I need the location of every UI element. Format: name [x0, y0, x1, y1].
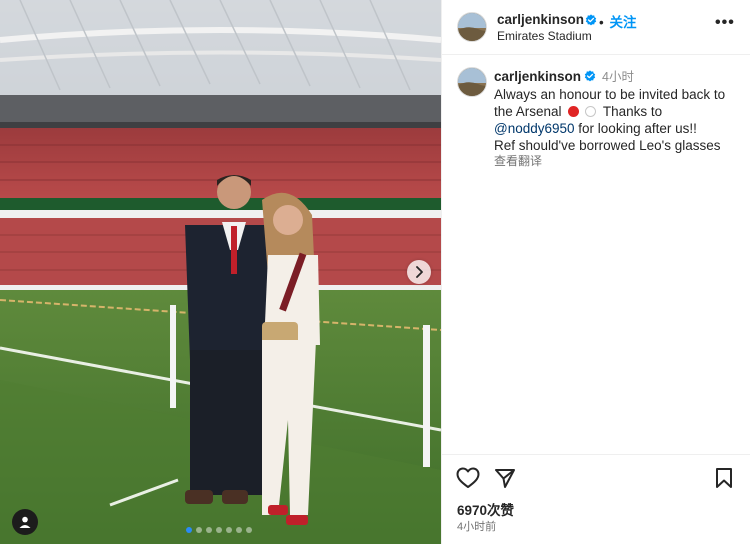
- heart-icon: [456, 467, 480, 488]
- white-circle-emoji-icon: [585, 106, 597, 117]
- post-actions: 6970次赞 4小时前: [442, 454, 750, 544]
- verified-badge: [582, 12, 597, 30]
- carousel-indicator: [186, 527, 252, 533]
- more-options-icon[interactable]: •••: [715, 15, 735, 31]
- avatar-image: [458, 13, 486, 41]
- caption-time: 4小时: [602, 70, 634, 84]
- post-location[interactable]: Emirates Stadium: [497, 29, 592, 43]
- post-media[interactable]: [0, 0, 441, 544]
- bookmark-icon: [716, 468, 732, 488]
- author-username[interactable]: carljenkinson: [497, 12, 584, 27]
- carousel-dot: [186, 527, 192, 533]
- carousel-dot: [196, 527, 202, 533]
- like-button[interactable]: [456, 467, 480, 494]
- caption-author-avatar[interactable]: [457, 67, 487, 97]
- carousel-next-button[interactable]: [407, 260, 431, 284]
- chevron-right-icon: [416, 266, 423, 278]
- carousel-dot: [226, 527, 232, 533]
- mention-link[interactable]: @noddy6950: [494, 121, 575, 136]
- avatar-image: [458, 68, 486, 96]
- post-header: carljenkinson • 关注 Emirates Stadium •••: [442, 0, 750, 55]
- verified-badge-icon: [584, 70, 596, 82]
- follow-button[interactable]: 关注: [610, 15, 637, 30]
- red-circle-emoji-icon: [568, 106, 580, 117]
- caption-line-2-suffix: Thanks to: [602, 104, 663, 119]
- tagged-users-button[interactable]: [12, 509, 38, 535]
- see-translation-link[interactable]: 查看翻译: [494, 154, 744, 169]
- post-timestamp[interactable]: 4小时前: [457, 518, 496, 534]
- caption-username[interactable]: carljenkinson: [494, 69, 581, 84]
- author-avatar[interactable]: [457, 12, 487, 42]
- caption-line-4: Ref should've borrowed Leo's glasses: [494, 138, 721, 153]
- caption-line-3: for looking after us!!: [578, 121, 697, 136]
- caption-line-1: Always an honour to be invited back to: [494, 87, 726, 102]
- carousel-dot: [216, 527, 222, 533]
- caption-text: carljenkinson 4小时 Always an honour to be…: [494, 68, 744, 169]
- verified-badge-icon: [585, 14, 597, 26]
- caption-line-2: the Arsenal: [494, 104, 562, 119]
- share-button[interactable]: [494, 467, 516, 494]
- save-button[interactable]: [714, 467, 734, 494]
- follow-separator: •: [599, 15, 604, 30]
- carousel-dot: [206, 527, 212, 533]
- stadium-photo: [0, 0, 441, 544]
- like-count[interactable]: 6970次赞: [457, 499, 514, 519]
- carousel-dot: [246, 527, 252, 533]
- follow-area: • 关注: [599, 11, 637, 31]
- carousel-dot: [236, 527, 242, 533]
- user-tag-icon: [19, 516, 31, 528]
- post-sidebar: carljenkinson • 关注 Emirates Stadium ••• …: [441, 0, 750, 544]
- send-icon: [495, 469, 515, 488]
